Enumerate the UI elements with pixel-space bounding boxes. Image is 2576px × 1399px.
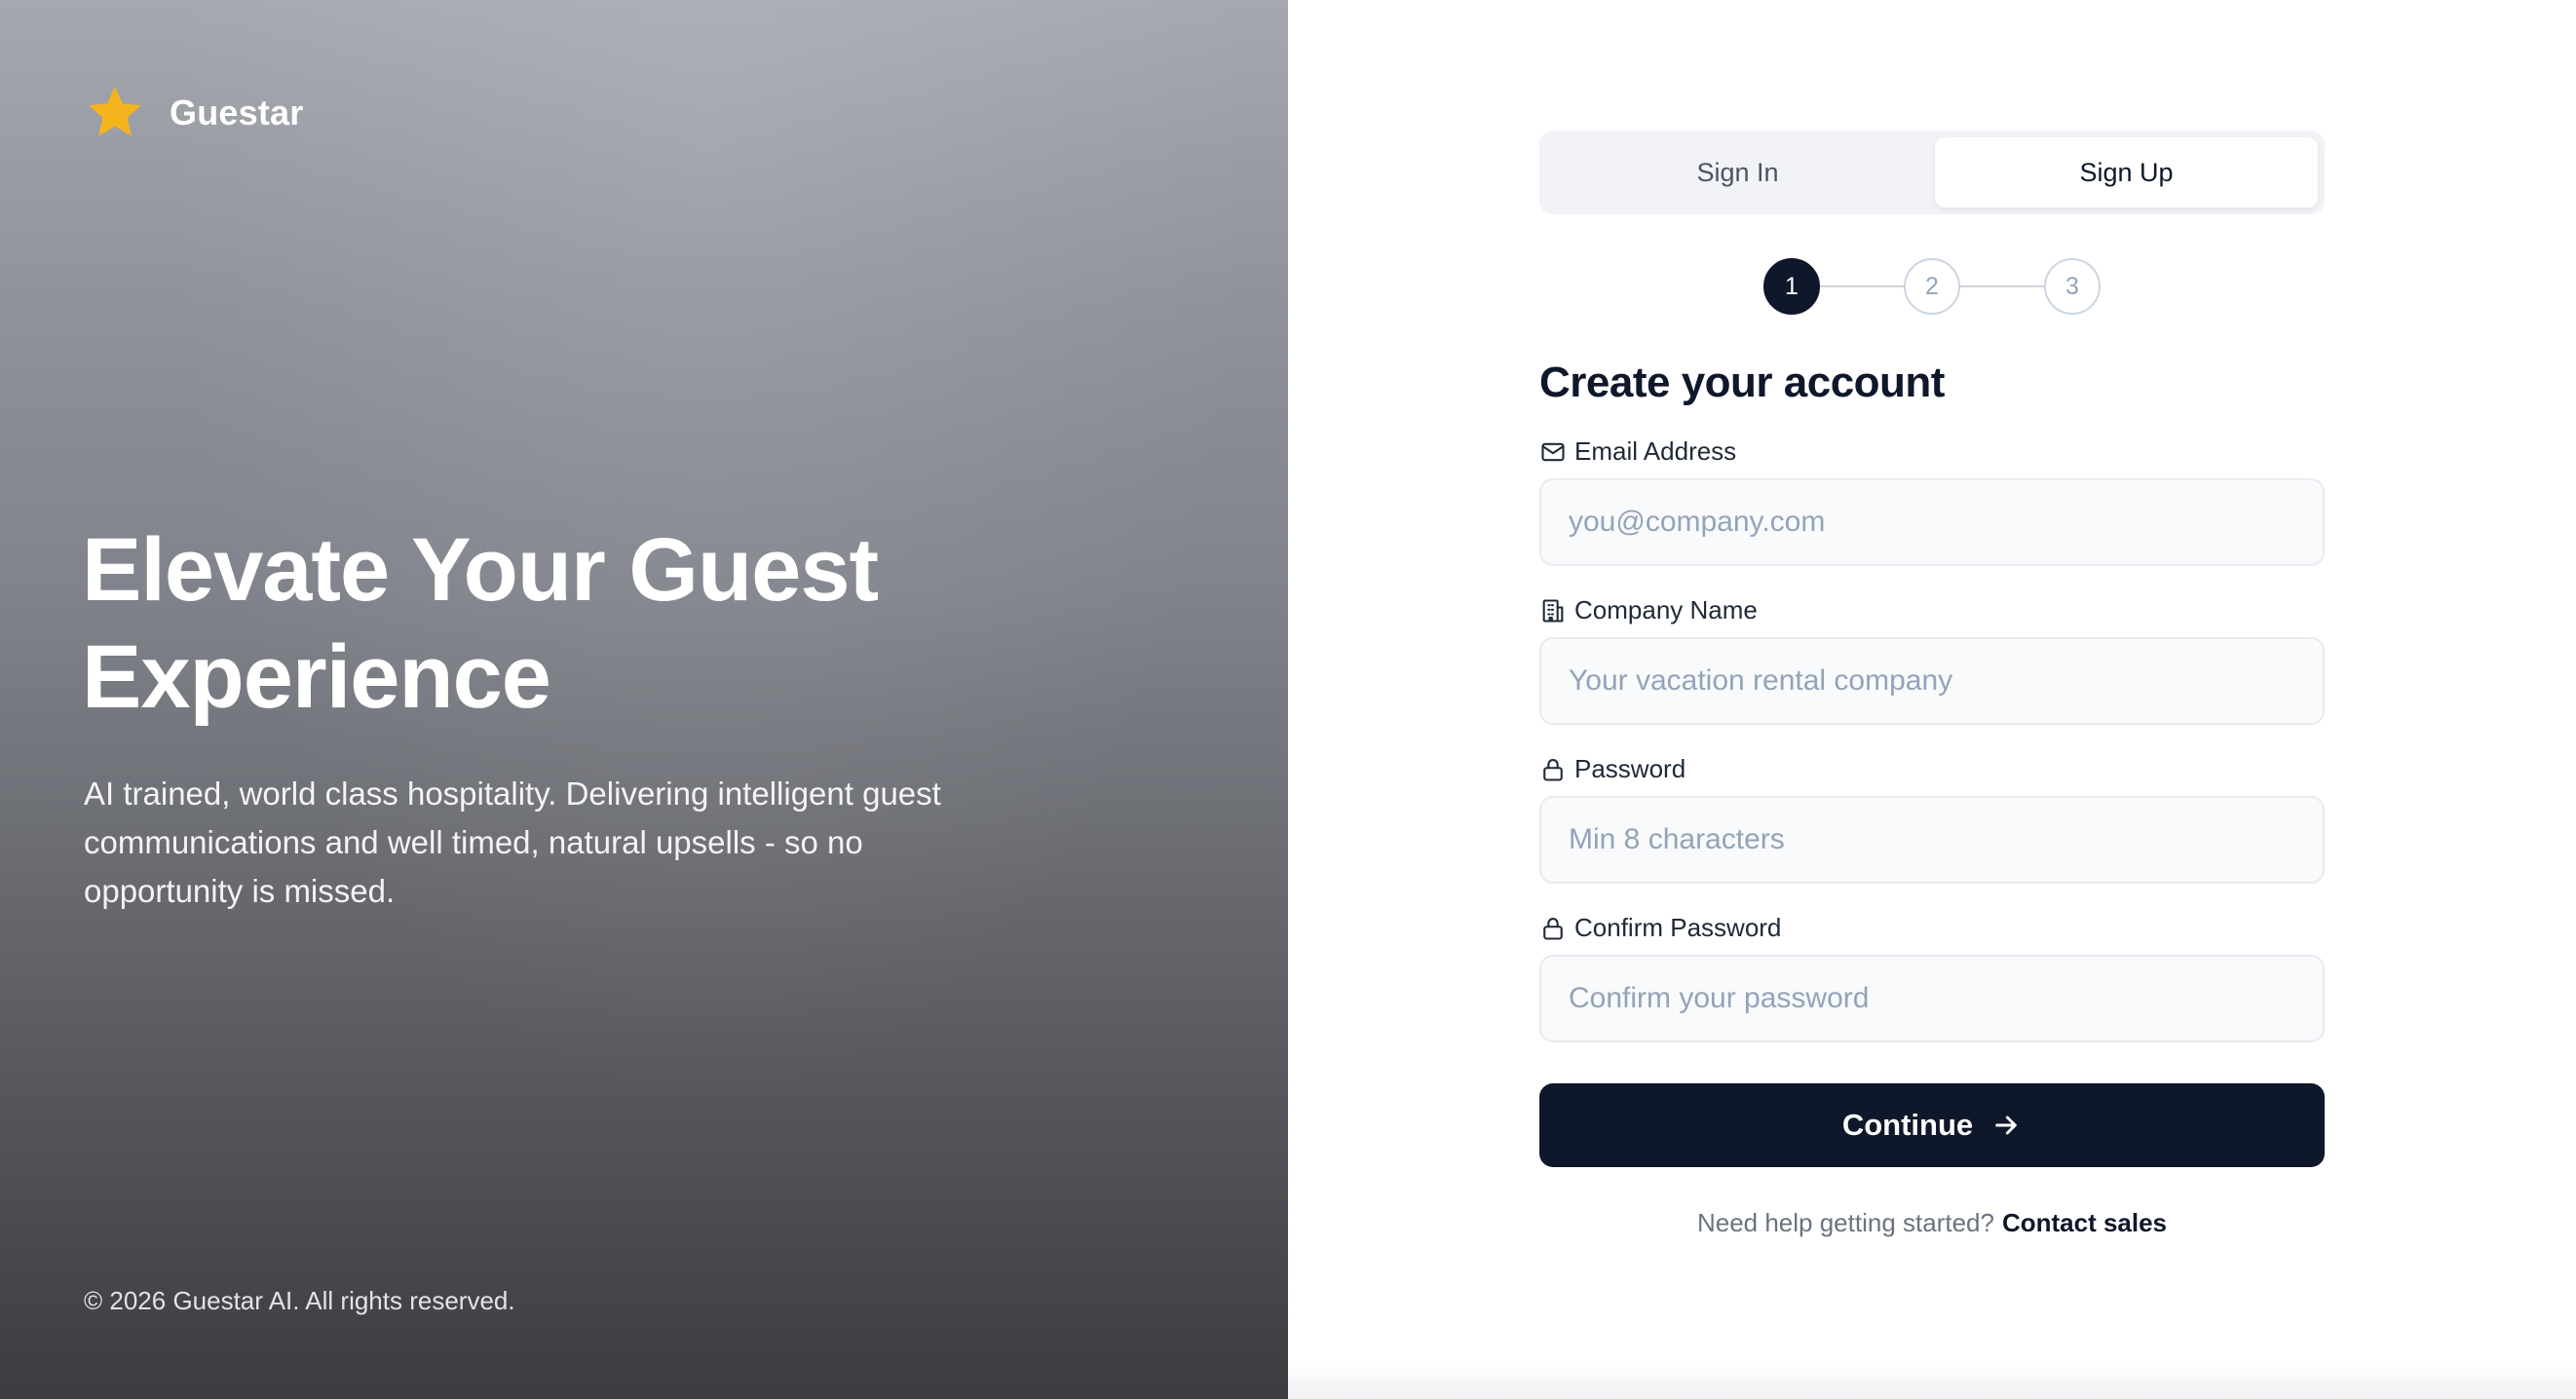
signup-stepper: 1 2 3 [1539,257,2325,316]
continue-label: Continue [1841,1108,1974,1142]
company-field-group: Company Name [1539,595,2325,725]
form-title: Create your account [1539,359,1945,406]
company-label-text: Company Name [1574,595,1758,624]
arrow-right-icon [1995,1115,2017,1135]
password-field-group: Password [1539,754,2325,884]
signup-panel: Sign In Sign Up 1 2 3 Create your accoun… [1288,0,2576,1399]
help-text: Need help getting started? Contact sales [1539,1208,2325,1238]
confirm-password-field-group: Confirm Password [1539,913,2325,1042]
contact-sales-link[interactable]: Contact sales [2002,1208,2167,1237]
confirm-password-label: Confirm Password [1539,913,2325,943]
company-input[interactable] [1539,637,2325,725]
hero-tagline: AI trained, world class hospitality. Del… [84,775,941,909]
hero-panel: Guestar Elevate Your Guest Experience AI… [0,0,1288,1399]
building-icon [1542,598,1564,623]
hero-headline: Elevate Your Guest Experience [82,520,879,727]
mail-icon [1541,442,1565,461]
email-label: Email Address [1539,436,2325,467]
lock-icon [1543,917,1563,940]
signup-form: Sign In Sign Up 1 2 3 Create your accoun… [1539,131,2325,1238]
step-3: 3 [2044,258,2101,315]
email-field-group: Email Address [1539,436,2325,566]
brand-logo: Guestar [84,82,303,144]
tab-sign-up[interactable]: Sign Up [1935,137,2318,208]
auth-page: Guestar Elevate Your Guest Experience AI… [0,0,2576,1399]
auth-tabs: Sign In Sign Up [1539,131,2325,214]
password-label-text: Password [1574,754,1686,783]
step-1: 1 [1763,258,1820,315]
email-label-text: Email Address [1574,436,1737,466]
help-prompt: Need help getting started? [1696,1208,1994,1237]
step-connector [1820,285,1904,287]
copyright-text: © 2026 Guestar AI. All rights reserved. [84,1286,515,1315]
tab-sign-in[interactable]: Sign In [1546,137,1929,208]
confirm-password-label-text: Confirm Password [1574,913,1782,942]
lock-icon [1543,758,1563,781]
password-input[interactable] [1539,796,2325,884]
company-label: Company Name [1539,595,2325,625]
email-input[interactable] [1539,478,2325,566]
brand-name: Guestar [170,93,304,132]
step-connector [1960,285,2044,287]
password-label: Password [1539,754,2325,784]
continue-button[interactable]: Continue [1539,1083,2325,1167]
step-2: 2 [1904,258,1960,315]
confirm-password-input[interactable] [1539,955,2325,1042]
star-icon [88,86,142,136]
